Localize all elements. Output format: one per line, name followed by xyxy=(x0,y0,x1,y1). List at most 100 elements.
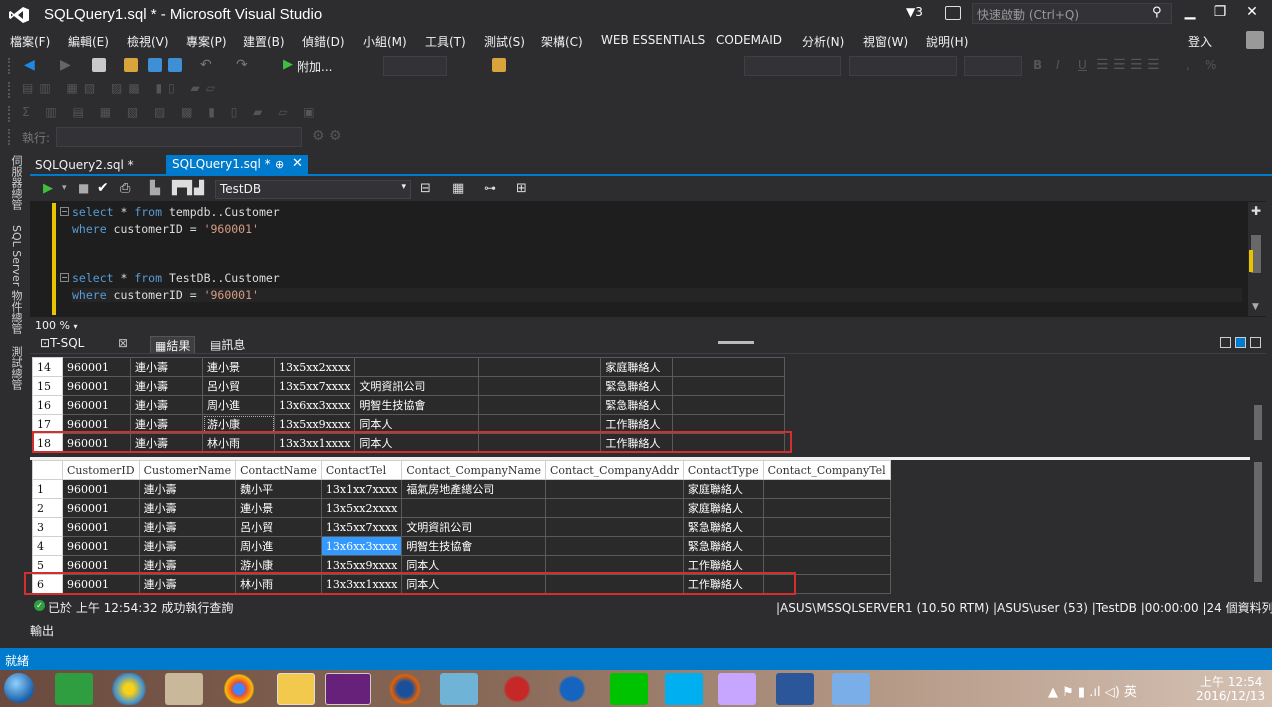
taskbar-antivirus-icon[interactable] xyxy=(498,673,536,705)
taskbar-picasa-icon[interactable] xyxy=(110,673,148,705)
start-icon[interactable]: ▶ xyxy=(283,57,293,72)
table-row[interactable]: 14 960001 連小壽 連小景 13x5xx2xxxx 家庭聯絡人 xyxy=(32,357,786,377)
grid-cell[interactable]: 文明資訊公司 xyxy=(401,517,546,537)
grid2-scroll-thumb[interactable] xyxy=(1254,462,1262,582)
row-number[interactable]: 16 xyxy=(32,395,63,415)
row-number[interactable]: 1 xyxy=(32,479,63,499)
comma-icon[interactable]: , xyxy=(1186,58,1190,72)
grid-cell[interactable] xyxy=(762,498,891,518)
menu-analyze[interactable]: 分析(N) xyxy=(802,33,844,50)
table-row[interactable]: 3 960001 連小壽 呂小貿 13x5xx7xxxx 文明資訊公司 緊急聯絡人 xyxy=(32,517,891,537)
grid-cell[interactable]: 960001 xyxy=(62,395,131,415)
menu-project[interactable]: 專案(P) xyxy=(186,33,227,50)
tab-sqlquery2[interactable]: SQLQuery2.sql * xyxy=(30,156,162,176)
attach-button[interactable]: 附加... xyxy=(297,58,332,75)
grid-cell[interactable]: 13x5xx7xxxx xyxy=(320,517,403,537)
table-row[interactable]: 2 960001 連小壽 連小景 13x5xx2xxxx 家庭聯絡人 xyxy=(32,498,891,518)
tab-sqlquery1[interactable]: SQLQuery1.sql * xyxy=(166,155,308,176)
row-number[interactable]: 2 xyxy=(32,498,63,518)
row-number[interactable]: 14 xyxy=(32,357,63,377)
table-row[interactable]: 16 960001 連小壽 周小進 13x6xx3xxxx 明智生技協會 緊急聯絡人 xyxy=(32,395,786,415)
grid-cell[interactable] xyxy=(672,357,786,377)
grid-cell[interactable]: 960001 xyxy=(62,517,140,537)
clock-time[interactable]: 上午 12:54 xyxy=(1200,673,1262,690)
grid-cell[interactable]: 緊急聯絡人 xyxy=(682,536,764,556)
font-size-combo[interactable] xyxy=(964,56,1022,76)
taskbar-app-store-icon[interactable] xyxy=(55,673,93,705)
table-row[interactable]: 4 960001 連小壽 周小進 13x6xx3xxxx 明智生技協會 緊急聯絡人 xyxy=(32,536,891,556)
table-row[interactable]: 15 960001 連小壽 呂小貿 13x5xx7xxxx 文明資訊公司 緊急聯絡人 xyxy=(32,376,786,396)
schema-compare-icon[interactable]: ⊶ xyxy=(484,181,496,195)
grid-results-icon[interactable]: ▦ xyxy=(452,181,464,196)
grid-cell[interactable]: 連小壽 xyxy=(130,357,203,377)
disconnect-icon[interactable]: ▛▜ xyxy=(172,181,192,196)
grid-cell[interactable]: 連小景 xyxy=(235,498,322,518)
text-view-icon[interactable] xyxy=(1250,337,1261,348)
grid-cell[interactable]: 明智生技協會 xyxy=(354,395,480,415)
menu-team[interactable]: 小組(M) xyxy=(363,33,407,50)
menu-codemaid[interactable]: CODEMAID xyxy=(716,33,782,47)
grid-cell[interactable]: 家庭聯絡人 xyxy=(682,479,764,499)
save-icon[interactable] xyxy=(148,58,162,72)
split-icon[interactable]: ✚ xyxy=(1251,204,1261,218)
grid-cell[interactable] xyxy=(762,536,891,556)
grid-cell[interactable]: 960001 xyxy=(62,376,131,396)
collapse-icon[interactable]: − xyxy=(60,207,69,216)
grid-cell[interactable]: 緊急聯絡人 xyxy=(600,376,674,396)
grid-cell[interactable]: 960001 xyxy=(62,357,131,377)
menu-web-essentials[interactable]: WEB ESSENTIALS xyxy=(601,33,705,47)
execute-dropdown-icon[interactable]: ▾ xyxy=(62,183,67,193)
sign-in-link[interactable]: 登入 xyxy=(1188,33,1212,50)
column-header[interactable]: ContactType xyxy=(682,460,764,480)
italic-icon[interactable]: I xyxy=(1056,58,1060,72)
grid-cell[interactable]: 13x5xx7xxxx xyxy=(273,376,356,396)
grid-cell[interactable]: 文明資訊公司 xyxy=(354,376,480,396)
taskbar-firefox-icon[interactable] xyxy=(386,673,424,705)
grid-cell[interactable]: 緊急聯絡人 xyxy=(682,517,764,537)
layout-tool-icons[interactable]: ▤▥ ▦▧ ▨▩ ▮▯ ▰▱ xyxy=(22,81,221,95)
grid-cell[interactable] xyxy=(478,357,602,377)
grid-cell[interactable]: 連小壽 xyxy=(130,395,203,415)
align-tool-icons[interactable]: Σ ▥ ▤ ▦ ▧ ▨ ▩ ▮ ▯ ▰ ▱ ▣ xyxy=(22,105,321,119)
tab-tsql[interactable]: ⊡T-SQL xyxy=(36,336,88,353)
grid-cell[interactable]: 家庭聯絡人 xyxy=(682,498,764,518)
grid-cell[interactable]: 13x6xx3xxxx xyxy=(320,536,403,556)
grid-cell[interactable] xyxy=(762,479,891,499)
grid-cell[interactable]: 福氣房地產總公司 xyxy=(401,479,546,499)
taskbar-word-icon[interactable] xyxy=(776,673,814,705)
grid-cell[interactable]: 13x5xx2xxxx xyxy=(320,498,403,518)
grid-cell[interactable]: 連小壽 xyxy=(138,498,237,518)
grid-cell[interactable] xyxy=(545,479,684,499)
tab-design[interactable]: ⊠ xyxy=(114,336,132,353)
taskbar-skype-icon[interactable] xyxy=(665,673,703,705)
tab-results[interactable]: ▦結果 xyxy=(150,336,196,353)
grid-cell[interactable]: 960001 xyxy=(62,536,140,556)
undo-icon[interactable]: ↶ xyxy=(200,57,212,73)
panel-resize-handle[interactable] xyxy=(718,341,754,344)
minimize-button[interactable]: ▁ xyxy=(1178,4,1202,20)
menu-edit[interactable]: 編輯(E) xyxy=(68,33,109,50)
grid-cell[interactable]: 13x1xx7xxxx xyxy=(320,479,403,499)
grid-cell[interactable]: 周小進 xyxy=(202,395,275,415)
menu-file[interactable]: 檔案(F) xyxy=(10,33,50,50)
taskbar-app-icon[interactable] xyxy=(440,673,478,705)
grid-cell[interactable]: 連小景 xyxy=(202,357,275,377)
quick-launch-input[interactable]: 快速啟動 (Ctrl+Q) xyxy=(972,3,1172,24)
menu-debug[interactable]: 偵錯(D) xyxy=(302,33,345,50)
grid-cell[interactable] xyxy=(478,395,602,415)
grid-cell[interactable]: 連小壽 xyxy=(138,536,237,556)
new-project-icon[interactable] xyxy=(92,58,106,72)
code-line-5[interactable]: select * from TestDB..Customer xyxy=(72,271,280,285)
notification-count[interactable]: ▼3 xyxy=(906,5,923,19)
release-combo[interactable] xyxy=(56,127,302,147)
grid-cell[interactable] xyxy=(545,498,684,518)
start-button-icon[interactable] xyxy=(4,673,34,703)
scroll-down-icon[interactable]: ▼ xyxy=(1252,302,1259,312)
taskbar-notes-icon[interactable] xyxy=(165,673,203,705)
grid-corner[interactable] xyxy=(32,460,63,480)
stop-icon[interactable]: ■ xyxy=(78,181,89,195)
column-header[interactable]: CustomerName xyxy=(138,460,237,480)
column-header[interactable]: Contact_CompanyTel xyxy=(762,460,891,480)
query-options-icon[interactable]: ⊞ xyxy=(516,181,527,196)
row-number[interactable]: 3 xyxy=(32,517,63,537)
